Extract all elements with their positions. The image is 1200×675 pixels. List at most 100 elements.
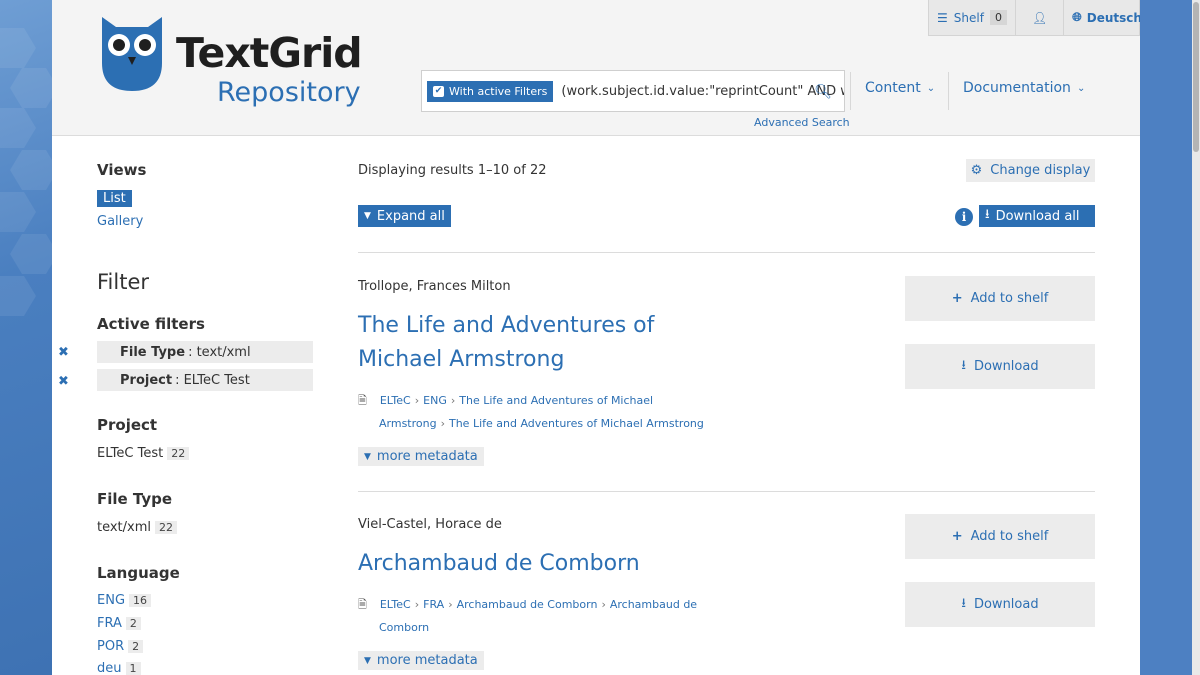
scrollbar-thumb[interactable] [1193,2,1199,152]
globe-icon: 🌐︎ [1072,10,1082,24]
result-title[interactable]: The Life and Adventures of [358,309,654,343]
add-to-shelf-button[interactable]: + Add to shelf [905,276,1095,321]
active-filter: Project: ELTeC Test [97,369,313,391]
nav-documentation-label: Documentation [963,80,1071,96]
gear-icon: ⚙ [970,163,983,178]
remove-filter-icon[interactable]: ✖ [58,345,69,360]
hex-decoration [0,28,36,68]
active-filters-toggle[interactable]: ✔ With active Filters [427,80,554,102]
result-title[interactable]: Michael Armstrong [358,343,564,377]
info-icon[interactable]: i [955,208,973,226]
download-all-label: Download all [995,208,1080,224]
breadcrumb-separator: › [448,598,453,611]
shelf-label: Shelf [953,10,984,25]
list-icon: ☰ [937,10,948,25]
hex-decoration [10,150,52,190]
language-heading: Language [97,564,180,582]
expand-all-button[interactable]: ▼ Expand all [358,205,451,227]
search-input[interactable]: (work.subject.id.value:"reprintCount" AN… [561,84,844,99]
download-label: Download [973,359,1039,374]
search-box[interactable]: ✔ With active Filters (work.subject.id.v… [421,70,845,112]
breadcrumb-link[interactable]: FRA [423,598,444,611]
project-heading: Project [97,416,158,434]
filter-chip-label: With active Filters [449,84,548,98]
facet-label: deu [97,661,122,675]
facet-label: ELTeC Test [97,446,164,461]
download-button[interactable]: ⭳ Download [905,582,1095,627]
logo-title: TextGrid [176,29,363,77]
hex-decoration [10,234,52,274]
document-icon: 🗎 [358,598,367,611]
breadcrumb-link[interactable]: Comborn [358,621,429,634]
download-icon: ⭳ [961,595,966,611]
filter-value: ELTeC Test [183,372,250,388]
facet-count: 22 [155,521,178,534]
logo[interactable]: TextGrid Repository [100,15,370,111]
search-icon[interactable]: 🔍︎ [814,84,832,100]
shelf-count: 0 [989,10,1007,25]
user-button[interactable]: 👤︎ [1016,0,1065,35]
add-to-shelf-label: Add to shelf [970,291,1049,306]
background-left [0,0,52,675]
breadcrumb-separator: › [414,598,420,611]
add-to-shelf-button[interactable]: + Add to shelf [905,514,1095,559]
hex-decoration [0,108,36,148]
breadcrumb-link[interactable]: Armstrong [358,417,437,430]
nav-documentation[interactable]: Documentation ⌄ [963,80,1085,96]
facet-count: 16 [129,594,152,607]
document-icon: 🗎 [358,394,367,407]
filter-key: Project [120,372,173,388]
background-right [1140,0,1200,675]
view-gallery[interactable]: Gallery [97,214,143,229]
more-metadata-button[interactable]: ▼ more metadata [358,447,484,466]
facet-language[interactable]: FRA 2 [97,616,141,631]
more-metadata-button[interactable]: ▼ more metadata [358,651,484,670]
scrollbar[interactable] [1192,0,1200,675]
hex-decoration [10,68,52,108]
breadcrumb-link[interactable]: The Life and Adventures of Michael [459,394,653,407]
result-title[interactable]: Archambaud de Comborn [358,547,640,581]
divider [358,252,1095,253]
breadcrumb-link[interactable]: Archambaud de [610,598,697,611]
active-filters-heading: Active filters [97,315,205,333]
result-author: Trollope, Frances Milton [358,279,511,294]
nav-divider [948,72,949,110]
user-icon: 👤︎ [1031,10,1048,25]
view-list[interactable]: List [97,190,132,207]
breadcrumb-link[interactable]: The Life and Adventures of Michael Armst… [449,417,704,430]
facet-label: POR [97,639,125,654]
result-breadcrumb: 🗎 ELTeC › ENG › The Life and Adventures of Mi… [358,389,718,435]
remove-filter-icon[interactable]: ✖ [58,374,69,389]
download-all-button[interactable]: ⭳ Download all [979,205,1095,227]
language-switch[interactable]: 🌐︎ Deutsch [1064,0,1140,35]
breadcrumb-link[interactable]: Archambaud de Comborn [457,598,598,611]
plus-icon: + [951,291,963,306]
nav-content[interactable]: Content ⌄ [865,80,935,96]
shelf-button[interactable]: ☰ Shelf 0 [929,0,1016,35]
filetype-heading: File Type [97,490,173,508]
breadcrumb-link[interactable]: ENG [423,394,447,407]
breadcrumb-link[interactable]: ELTeC [380,394,411,407]
breadcrumb-separator: › [440,417,445,430]
facet-project[interactable]: ELTeC Test 22 [97,446,190,461]
expand-all-label: Expand all [376,208,445,224]
facet-count: 2 [128,640,144,653]
breadcrumb-link[interactable]: ELTeC [380,598,411,611]
filter-heading: Filter [97,270,150,294]
download-button[interactable]: ⭳ Download [905,344,1095,389]
facet-filetype[interactable]: text/xml 22 [97,520,178,535]
filter-value: text/xml [196,344,251,360]
change-display-button[interactable]: ⚙ Change display [966,159,1095,182]
facet-language[interactable]: ENG 16 [97,593,152,608]
more-metadata-label: more metadata [376,653,478,668]
caret-down-icon: ▼ [364,655,371,666]
facet-language[interactable]: deu 1 [97,661,141,675]
advanced-search-link[interactable]: Advanced Search [754,116,850,129]
views-heading: Views [97,161,147,179]
more-metadata-label: more metadata [376,449,478,464]
result-breadcrumb: 🗎 ELTeC › FRA › Archambaud de Comborn › Archamb… [358,593,718,639]
divider [358,491,1095,492]
nav-divider [850,72,851,110]
facet-language[interactable]: POR 2 [97,639,144,654]
facet-count: 1 [125,662,141,675]
